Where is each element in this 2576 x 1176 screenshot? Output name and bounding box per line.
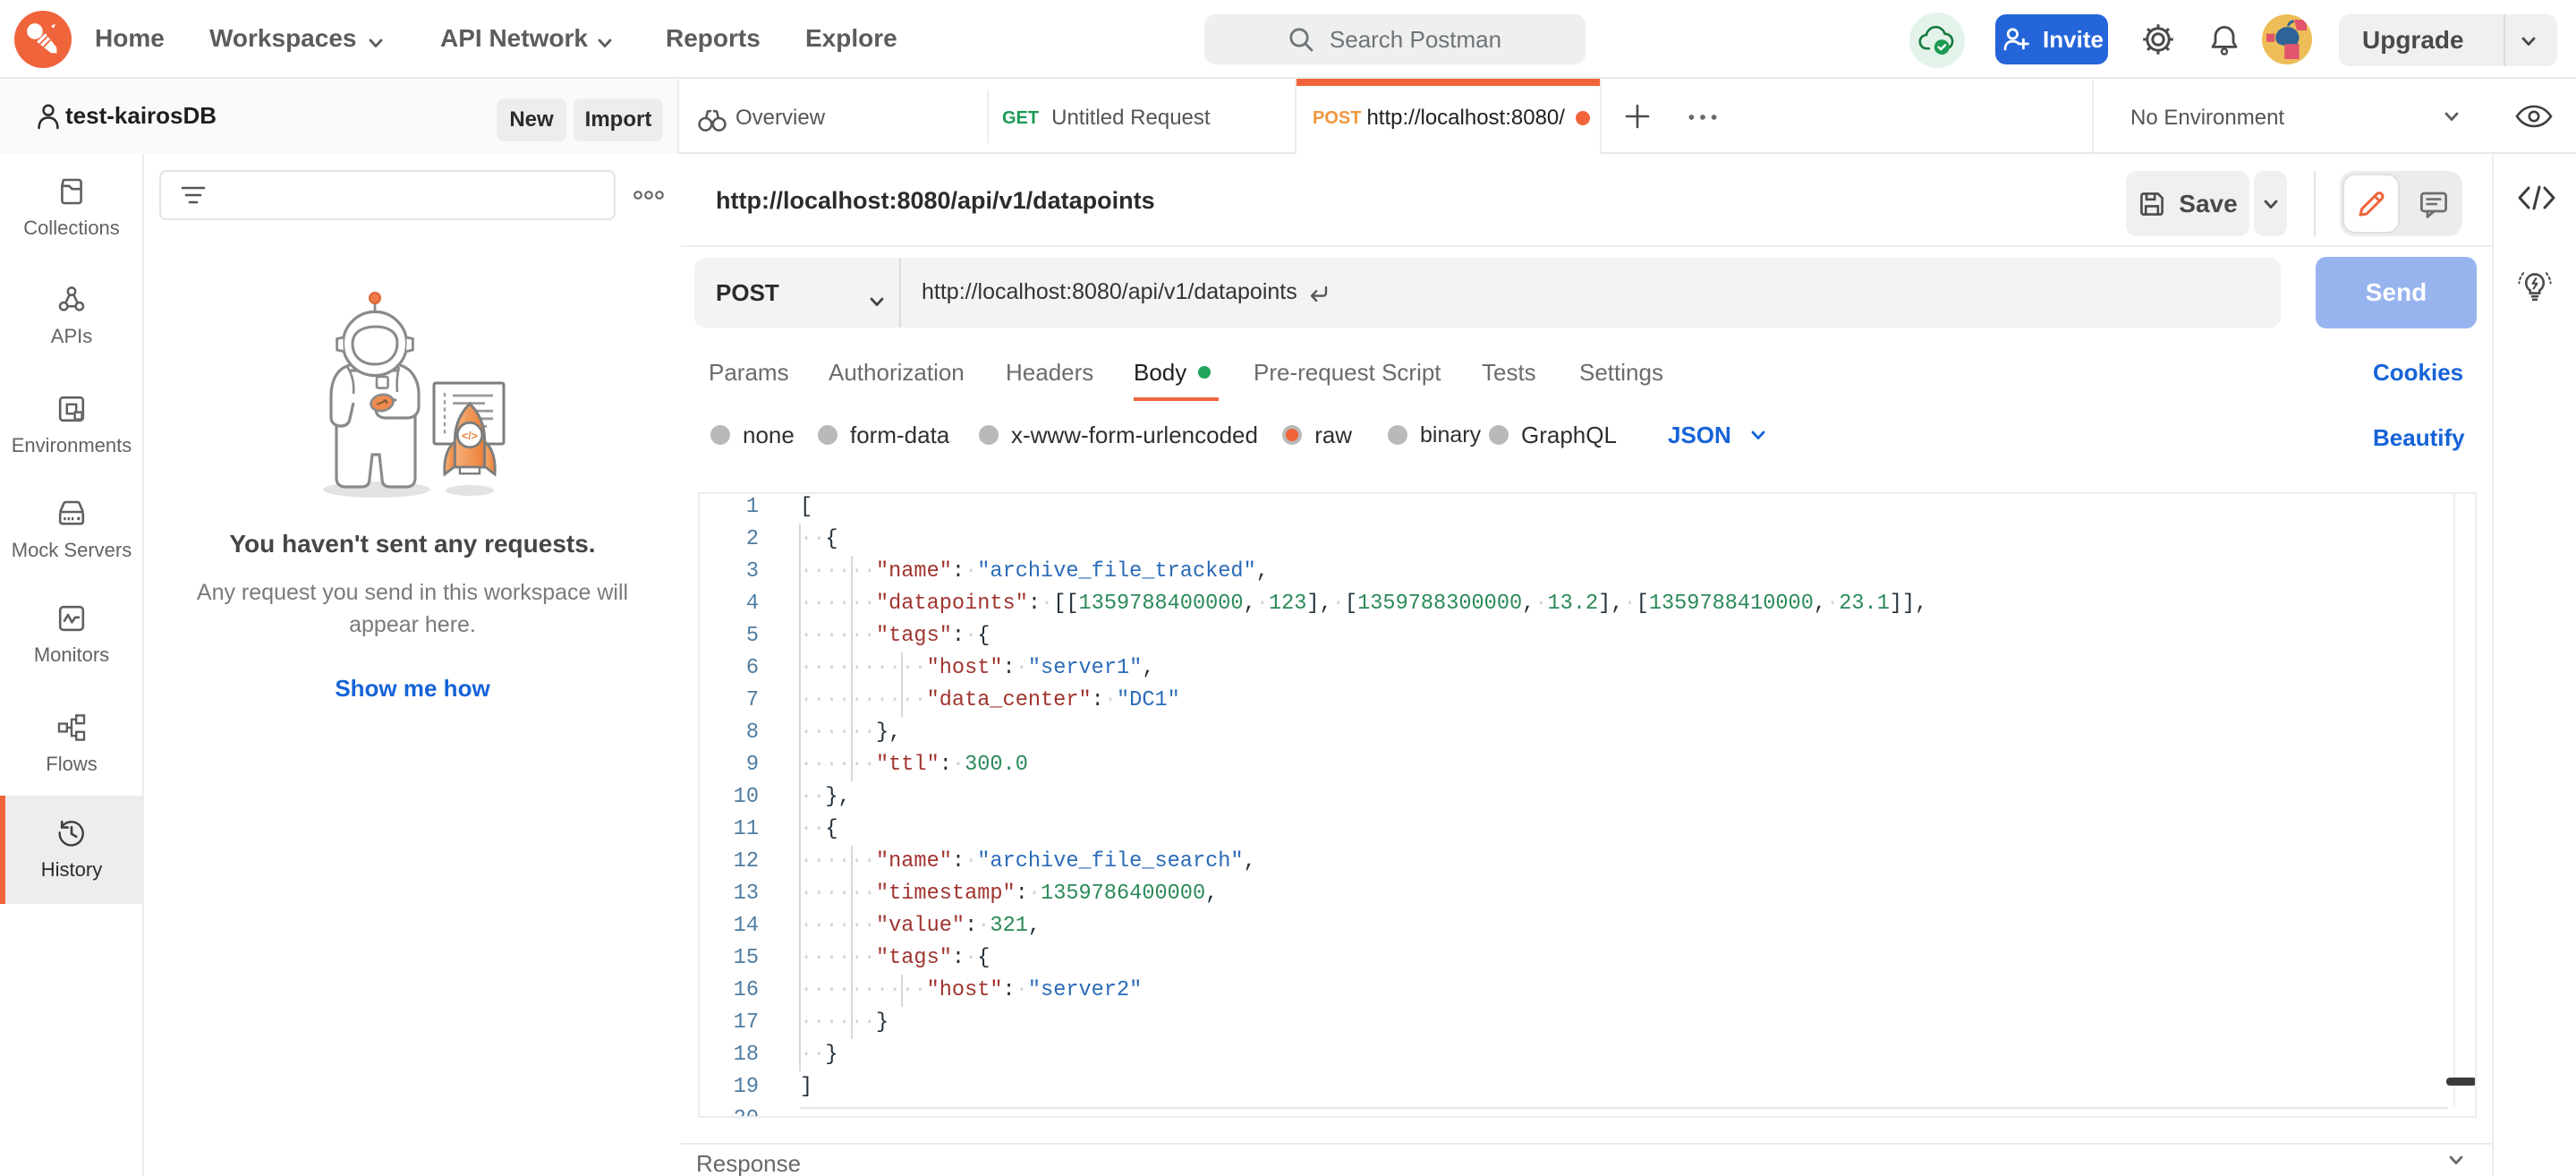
svg-text:</>: </> [462, 430, 478, 442]
